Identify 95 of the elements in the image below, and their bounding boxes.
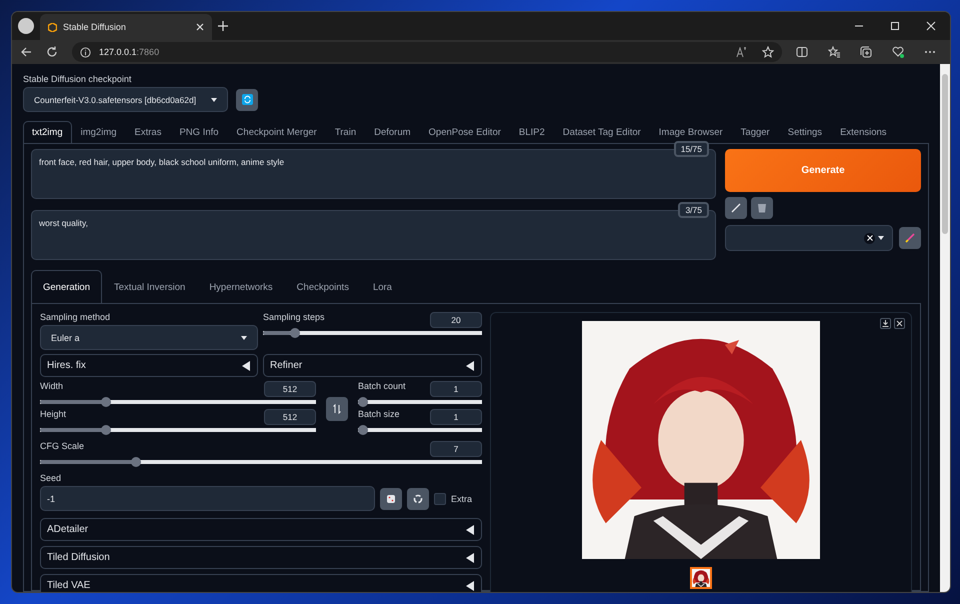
refresh-button[interactable] — [236, 88, 258, 110]
checkpoint-dropdown[interactable]: Counterfeit-V3.0.safetensors [db6cd0a62d] — [23, 87, 228, 112]
tab[interactable]: Dataset Tag Editor — [554, 121, 650, 143]
tab[interactable]: Textual Inversion — [102, 270, 198, 303]
swap-icon — [333, 404, 341, 414]
collections-icon[interactable] — [860, 46, 872, 58]
profile-avatar[interactable] — [18, 18, 34, 34]
tab[interactable]: Checkpoints — [284, 270, 361, 303]
pencil-button[interactable] — [725, 197, 747, 219]
download-button[interactable] — [880, 318, 891, 329]
field-label: Sampling method — [40, 312, 112, 322]
tab[interactable]: Tagger — [732, 121, 779, 143]
token-counter: 3/75 — [678, 202, 709, 218]
accordion-header[interactable]: Tiled Diffusion — [40, 546, 482, 569]
brush-icon — [905, 233, 915, 243]
tab[interactable]: BLIP2 — [510, 121, 554, 143]
caret-icon — [878, 236, 884, 240]
scrollbar[interactable] — [940, 64, 950, 592]
tab[interactable]: Generation — [31, 270, 102, 303]
split-screen-icon[interactable] — [796, 46, 808, 58]
pencil-icon — [731, 203, 741, 213]
tab[interactable]: Extensions — [831, 121, 896, 143]
number-field[interactable]: 1 — [430, 381, 482, 397]
slider-label: Batch count — [358, 381, 406, 391]
slider[interactable] — [358, 425, 482, 435]
field-label: Seed — [40, 473, 62, 483]
browser-tab[interactable]: Stable Diffusion — [40, 14, 212, 40]
star-icon[interactable] — [762, 46, 774, 58]
tab[interactable]: PNG Info — [170, 121, 228, 143]
slider-label: Width — [40, 381, 64, 391]
slider-thumb[interactable] — [101, 425, 112, 435]
trash-icon — [757, 203, 767, 213]
seed-field[interactable]: -1 — [40, 486, 375, 511]
dice-icon — [386, 494, 396, 504]
address-bar[interactable]: 127.0.0.1:7860 — [72, 42, 782, 62]
tab[interactable]: Checkpoint Merger — [228, 121, 326, 143]
download-icon — [882, 320, 889, 327]
number-field[interactable]: 512 — [264, 381, 316, 397]
field-label: Stable Diffusion checkpoint — [23, 74, 132, 84]
slider-thumb[interactable] — [290, 328, 300, 338]
accordion-header[interactable]: Refiner — [263, 354, 482, 377]
number-field[interactable]: 1 — [430, 409, 482, 425]
accordion-header[interactable]: Hires. fix — [40, 354, 258, 377]
accordion-header[interactable]: Tiled VAE — [40, 574, 482, 592]
url-text: 127.0.0.1:7860 — [99, 47, 160, 57]
close-icon[interactable] — [196, 23, 204, 31]
read-aloud-icon[interactable] — [736, 46, 748, 58]
accordion-header[interactable]: ADetailer — [40, 518, 482, 541]
tab[interactable]: Settings — [778, 121, 832, 143]
tab[interactable]: Lora — [360, 270, 404, 303]
number-field[interactable]: 512 — [264, 409, 316, 425]
tab[interactable]: Hypernetworks — [197, 270, 285, 303]
tab[interactable]: OpenPose Editor — [420, 121, 510, 143]
trash-button[interactable] — [751, 197, 773, 219]
slider-label: Batch size — [358, 409, 400, 419]
slider-label: Height — [40, 409, 66, 419]
slider-thumb[interactable] — [358, 397, 368, 407]
health-icon[interactable] — [892, 46, 904, 58]
number-field[interactable]: 7 — [430, 441, 482, 457]
tab[interactable]: txt2img — [23, 121, 72, 143]
caret-icon — [241, 336, 247, 340]
tab[interactable]: Train — [326, 121, 366, 143]
thumbnail[interactable] — [690, 567, 712, 589]
slider-label: CFG Scale — [40, 441, 84, 451]
tab[interactable]: img2img — [72, 121, 126, 143]
recycle-icon — [412, 494, 423, 504]
slider-thumb[interactable] — [130, 457, 141, 467]
sampling-method-dropdown[interactable]: Euler a — [40, 325, 258, 350]
clear-icon[interactable] — [866, 235, 872, 241]
tab[interactable]: Extras — [126, 121, 170, 143]
site-icon — [48, 22, 57, 32]
new-tab-icon[interactable] — [218, 21, 228, 31]
recycle-button[interactable] — [406, 488, 429, 510]
close-icon — [896, 320, 903, 327]
tab-title: Stable Diffusion — [63, 22, 127, 32]
dice-button[interactable] — [380, 488, 402, 510]
slider-thumb[interactable] — [358, 425, 368, 435]
reload-icon[interactable] — [46, 46, 58, 58]
checkbox[interactable] — [434, 492, 446, 504]
refresh-icon — [242, 94, 252, 105]
tab[interactable]: Deforum — [365, 121, 420, 143]
back-icon[interactable] — [20, 46, 32, 58]
tab[interactable]: Image Browser — [650, 121, 732, 143]
slider-label: Sampling steps — [263, 312, 325, 322]
slider[interactable] — [358, 397, 482, 407]
number-field[interactable]: 20 — [430, 312, 482, 328]
checkbox-label: Extra — [450, 494, 472, 504]
info-icon — [80, 46, 91, 58]
close-button[interactable] — [894, 318, 905, 329]
caret-icon — [211, 98, 217, 102]
token-counter: 15/75 — [674, 141, 709, 157]
brush-button[interactable] — [899, 227, 921, 249]
favorites-icon[interactable] — [828, 46, 840, 58]
slider-thumb[interactable] — [101, 397, 112, 407]
swap-button[interactable] — [326, 397, 348, 421]
